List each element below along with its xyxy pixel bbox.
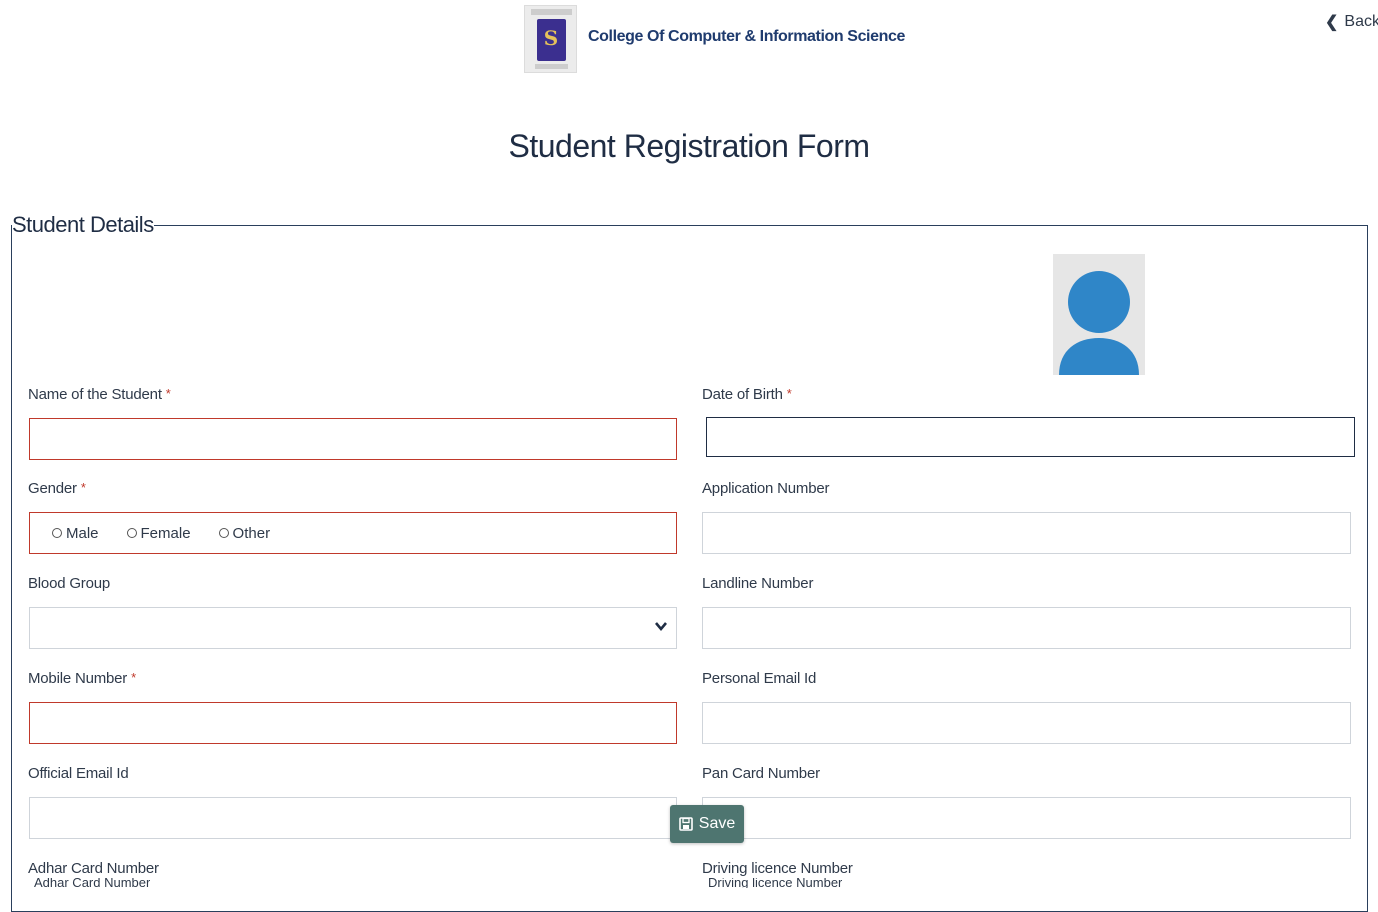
profile-photo[interactable] — [1053, 254, 1145, 375]
student-name-input[interactable] — [29, 418, 677, 460]
gender-radio-group: Male Female Other — [29, 512, 677, 554]
gender-option-male[interactable]: Male — [52, 525, 99, 542]
dob-label: Date of Birth * — [702, 386, 792, 403]
official-email-input[interactable] — [29, 797, 677, 839]
gender-label: Gender * — [28, 480, 86, 497]
blood-group-select[interactable] — [29, 607, 677, 649]
university-crest-icon: S — [537, 19, 566, 61]
gender-option-other[interactable]: Other — [218, 525, 270, 542]
save-button[interactable]: Save — [670, 805, 744, 843]
personal-email-label: Personal Email Id — [702, 670, 817, 687]
college-name: College Of Computer & Information Scienc… — [588, 28, 905, 45]
header: S College Of Computer & Information Scie… — [0, 0, 1378, 80]
floppy-disk-icon — [678, 817, 693, 831]
student-name-label: Name of the Student * — [28, 386, 171, 403]
adhar-label: Adhar Card Number — [28, 860, 159, 877]
adhar-placeholder[interactable]: Adhar Card Number — [34, 878, 150, 888]
back-label: Back — [1344, 13, 1378, 30]
mobile-input[interactable] — [29, 702, 677, 744]
radio-icon[interactable] — [218, 528, 229, 538]
user-avatar-icon — [1059, 271, 1139, 375]
section-legend: Student Details — [12, 212, 154, 237]
official-email-label: Official Email Id — [28, 765, 129, 782]
personal-email-input[interactable] — [702, 702, 1351, 744]
landline-label: Landline Number — [702, 575, 814, 592]
back-link[interactable]: ❮ Back — [1325, 12, 1378, 32]
logo-bottom-text — [535, 64, 568, 69]
radio-icon[interactable] — [126, 528, 137, 538]
university-logo: S — [524, 5, 577, 73]
driving-licence-label: Driving licence Number — [702, 860, 853, 877]
pan-input[interactable] — [702, 797, 1351, 839]
save-label: Save — [698, 815, 736, 832]
landline-input[interactable] — [702, 607, 1351, 649]
pan-label: Pan Card Number — [702, 765, 820, 782]
driving-licence-placeholder[interactable]: Driving licence Number — [708, 878, 842, 888]
logo-top-text — [531, 9, 572, 15]
chevron-left-icon: ❮ — [1325, 14, 1339, 31]
chevron-down-icon — [655, 622, 667, 632]
radio-icon[interactable] — [52, 528, 62, 538]
page-title: Student Registration Form — [508, 128, 871, 164]
dob-input[interactable] — [706, 417, 1355, 457]
gender-option-female[interactable]: Female — [126, 525, 191, 542]
application-number-label: Application Number — [702, 480, 830, 497]
blood-group-label: Blood Group — [28, 575, 111, 592]
mobile-label: Mobile Number * — [28, 670, 136, 687]
application-number-input[interactable] — [702, 512, 1351, 554]
